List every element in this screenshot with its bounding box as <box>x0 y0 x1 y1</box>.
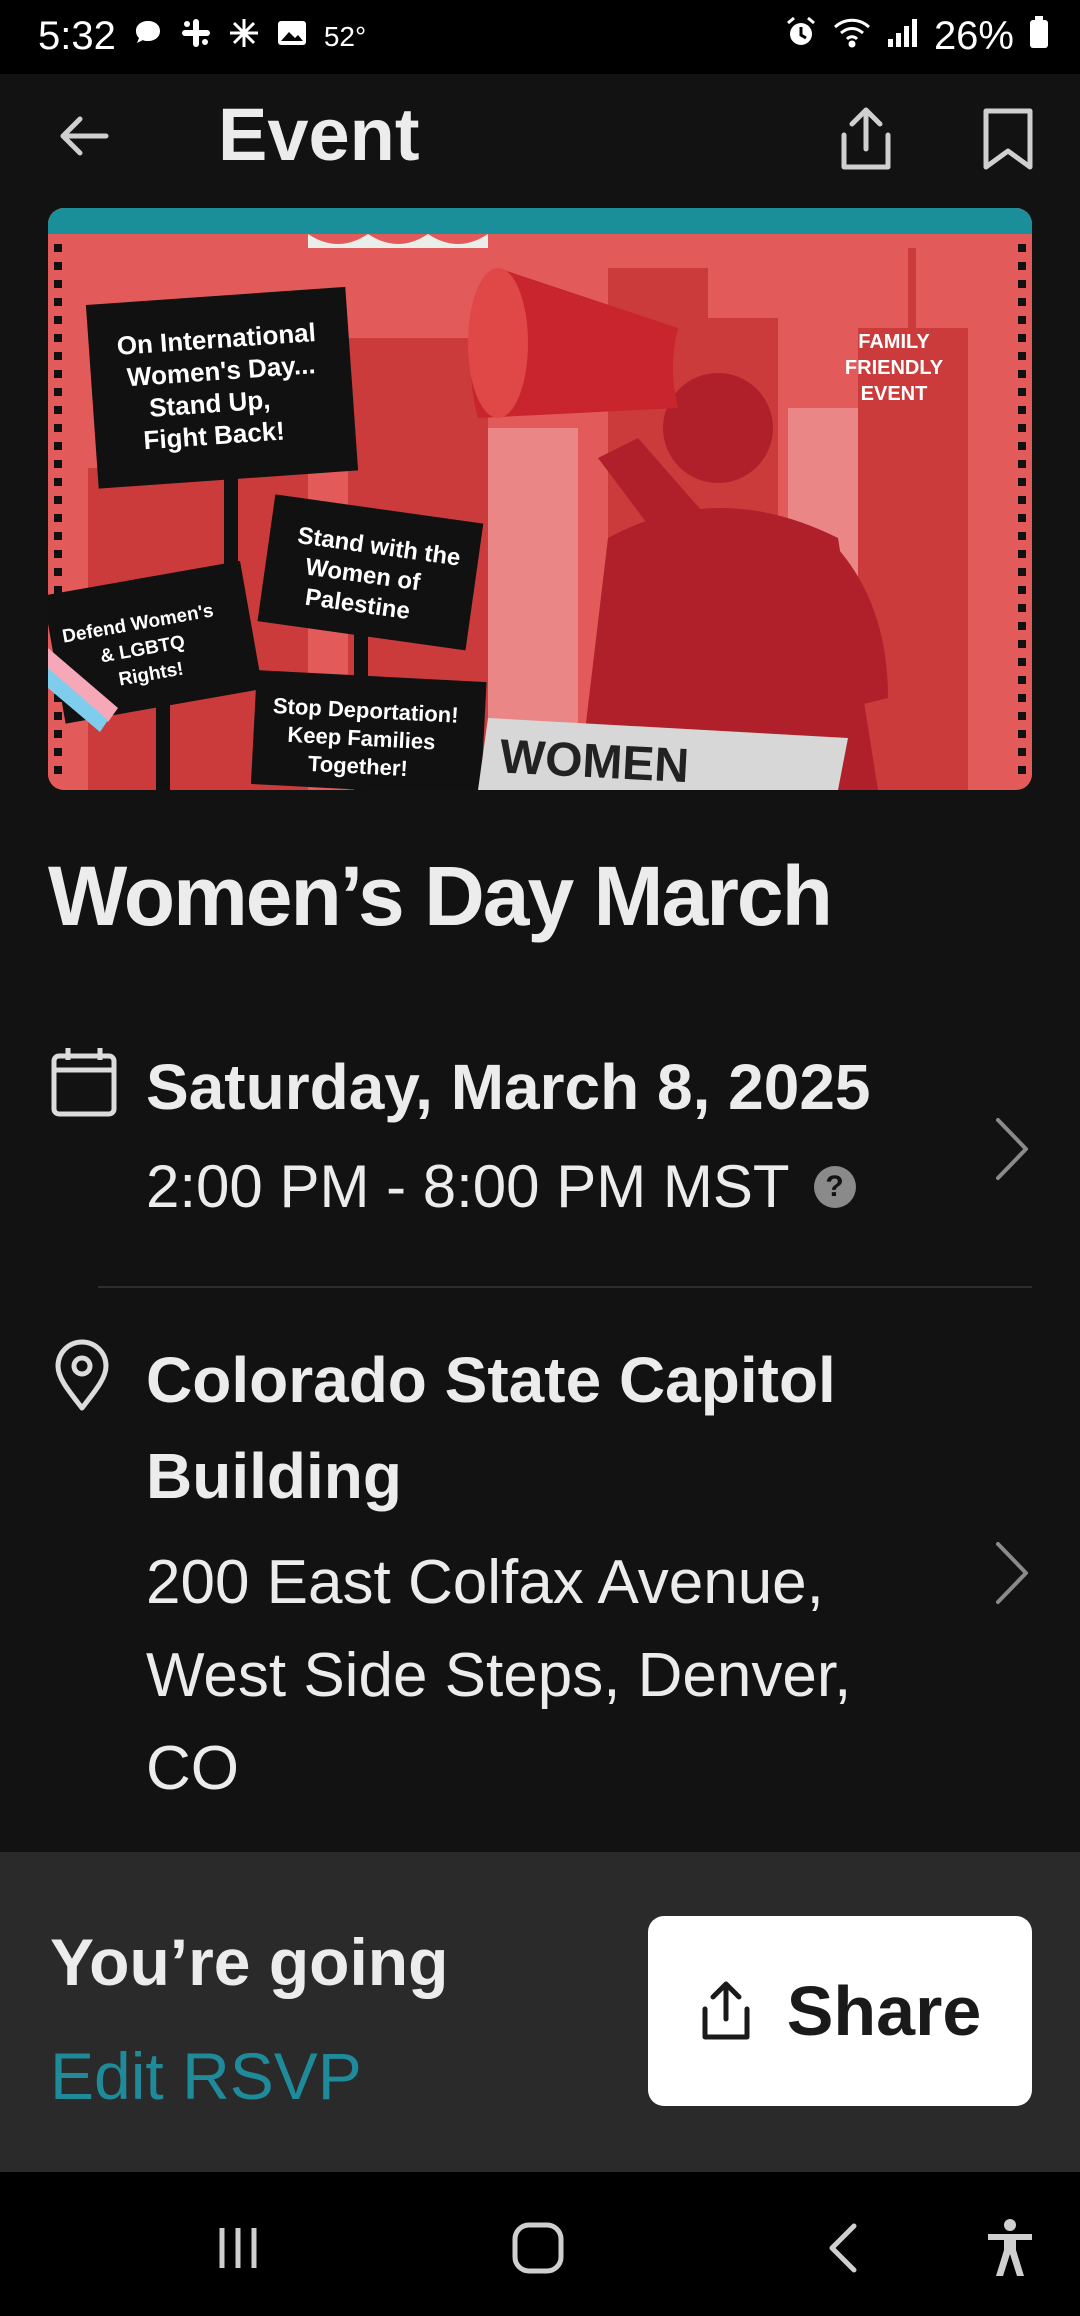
event-location-row[interactable]: Colorado State Capitol Building 200 East… <box>0 1310 1080 1830</box>
share-button-label: Share <box>786 1972 982 2050</box>
status-time: 5:32 <box>38 14 116 58</box>
status-temperature: 52° <box>323 20 367 52</box>
calendar-icon <box>50 1046 118 1123</box>
event-hero-image: On International Women's Day... Stand Up… <box>48 208 1032 790</box>
back-button[interactable] <box>48 100 120 172</box>
location-pin-icon <box>52 1338 112 1417</box>
share-icon-button[interactable] <box>826 94 906 184</box>
status-battery-percent: 26% <box>933 14 1014 58</box>
svg-text:WOMEN: WOMEN <box>499 730 691 790</box>
event-date-row[interactable]: Saturday, March 8, 2025 2:00 PM - 8:00 P… <box>0 1030 1080 1280</box>
chat-bubble-icon <box>132 14 164 59</box>
rsvp-panel: You’re going Edit RSVP Share <box>0 1852 1080 2172</box>
sparkle-icon <box>228 14 260 59</box>
battery-icon <box>1028 14 1050 59</box>
svg-text:FRIENDLY: FRIENDLY <box>845 357 944 379</box>
event-time-line: 2:00 PM - 8:00 PM MST ? <box>146 1152 856 1221</box>
event-time: 2:00 PM - 8:00 PM MST <box>146 1153 790 1220</box>
svg-text:Together!: Together! <box>307 751 408 781</box>
bookmark-button[interactable] <box>968 94 1048 184</box>
venue-name: Colorado State Capitol Building <box>146 1344 836 1512</box>
chevron-right-icon <box>992 1540 1032 1611</box>
alarm-icon <box>784 14 818 59</box>
svg-text:FAMILY: FAMILY <box>858 331 930 353</box>
divider <box>98 1286 1032 1288</box>
app-bar: Event <box>0 74 1080 204</box>
wifi-icon <box>832 14 872 59</box>
system-nav-bar <box>0 2172 1080 2316</box>
share-upload-icon <box>841 107 891 170</box>
help-icon[interactable]: ? <box>813 1165 856 1208</box>
share-button[interactable]: Share <box>648 1916 1032 2106</box>
edit-rsvp-link[interactable]: Edit RSVP <box>50 2038 362 2114</box>
signal-icon <box>886 14 920 59</box>
event-title: Women’s Day March <box>48 849 833 943</box>
rsvp-status: You’re going <box>50 1925 449 1999</box>
back-nav-icon[interactable] <box>804 2208 884 2288</box>
bookmark-icon <box>983 108 1033 170</box>
accessibility-icon[interactable] <box>970 2208 1050 2288</box>
home-icon[interactable] <box>498 2208 578 2288</box>
back-arrow-icon <box>60 116 109 156</box>
page-title: Event <box>218 93 420 176</box>
slack-icon <box>180 14 212 59</box>
share-upload-icon <box>702 1981 750 2040</box>
gallery-icon <box>276 14 308 59</box>
status-bar: 5:32 52° 26% <box>0 0 1080 74</box>
recent-apps-icon[interactable] <box>198 2208 278 2288</box>
event-date: Saturday, March 8, 2025 <box>146 1051 871 1123</box>
chevron-right-icon <box>992 1116 1032 1187</box>
venue-address: 200 East Colfax Avenue, West Side Steps,… <box>146 1548 852 1803</box>
svg-text:EVENT: EVENT <box>861 383 928 405</box>
